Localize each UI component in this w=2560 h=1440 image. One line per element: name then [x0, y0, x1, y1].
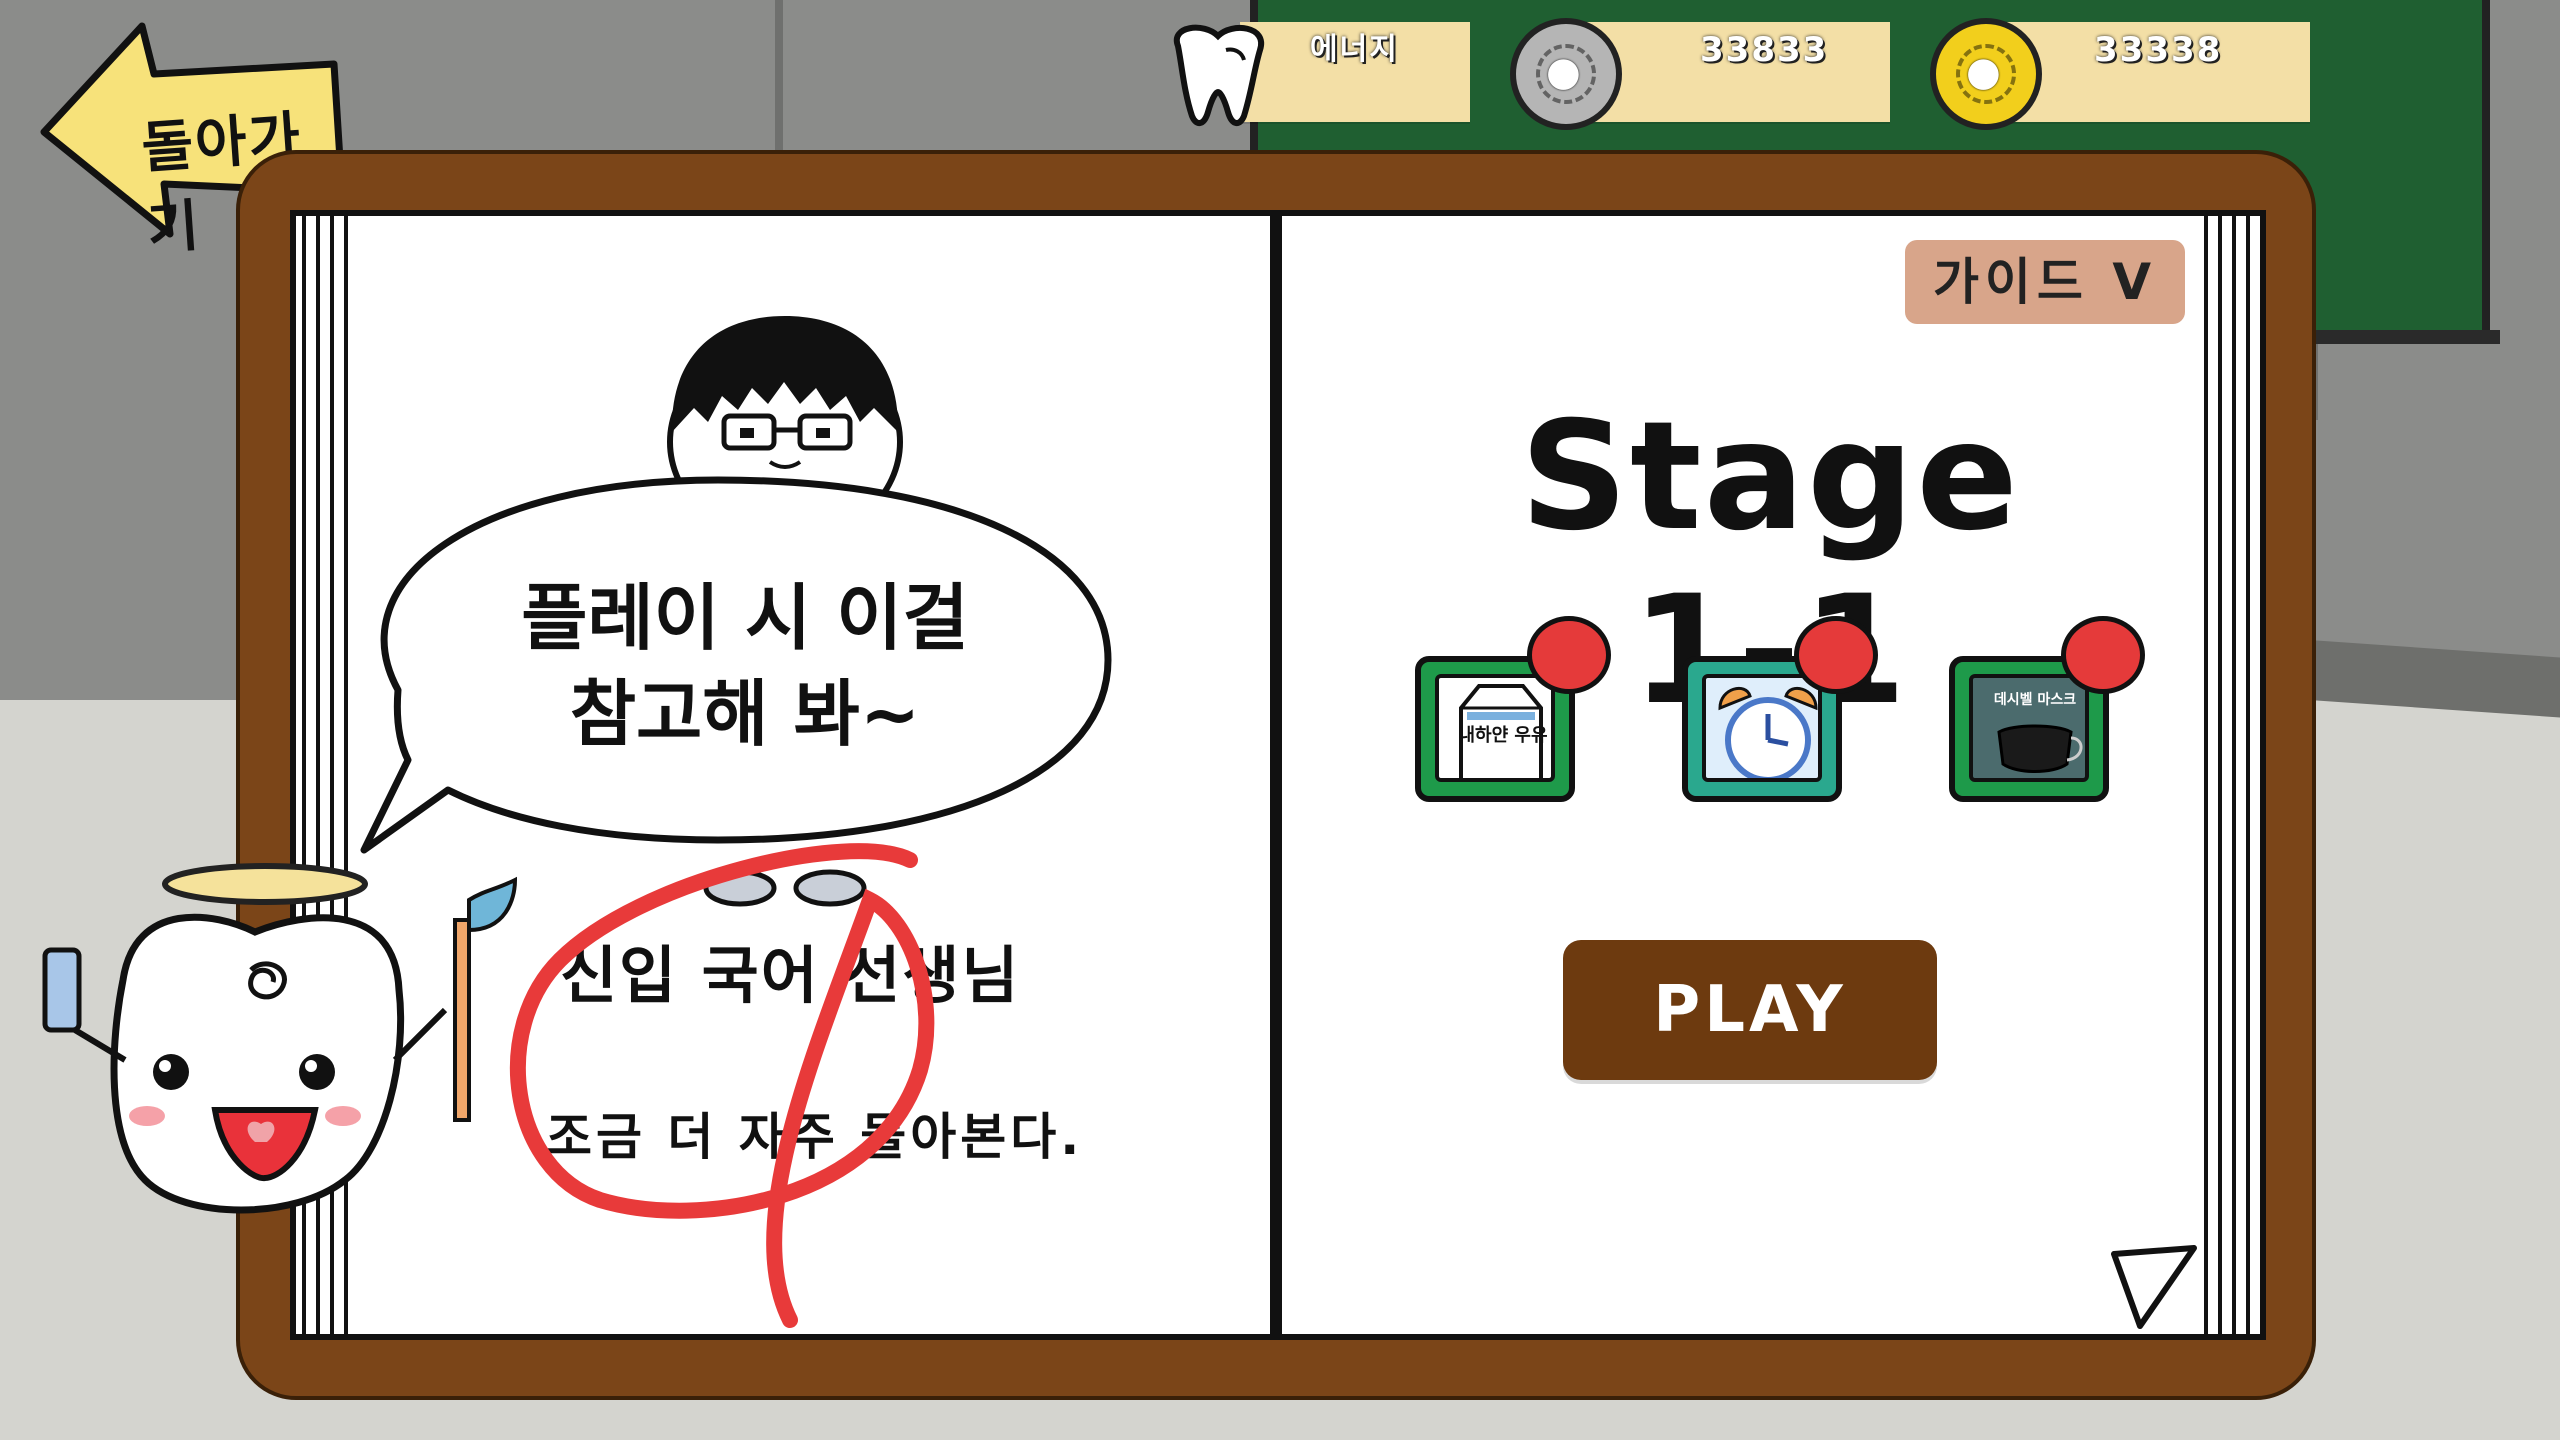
page-edges-right [2198, 212, 2258, 1336]
alarm-clock-icon [1718, 686, 1818, 778]
guide-label: 가이드 V [1932, 253, 2158, 311]
gold-coin-value: 33338 [2094, 30, 2223, 70]
milk-label: 내하얀 우유 [1458, 725, 1548, 746]
speech-text: 플레이 시 이걸 참고해 봐~ [430, 570, 1060, 762]
silver-coin-icon: ● [1510, 18, 1622, 130]
wall-seam [775, 0, 783, 150]
tooth-mascot [42, 863, 518, 1214]
guide-dropdown[interactable]: 가이드 V [1905, 240, 2185, 324]
tooth-icon [1173, 24, 1265, 126]
mission-clock-badge [1794, 616, 1878, 694]
play-label: PLAY [1653, 973, 1847, 1047]
speech-line-1: 플레이 시 이걸 [521, 576, 969, 660]
mission-milk-badge [1527, 616, 1611, 694]
play-button[interactable]: PLAY [1563, 940, 1937, 1080]
book-spine [1270, 210, 1280, 1340]
mission-mask-badge [2061, 616, 2145, 694]
face-mask-icon [1997, 724, 2083, 773]
page-corner-fold [2111, 1245, 2197, 1329]
energy-label: 에너지 [1310, 32, 1399, 67]
silver-coin-value: 33833 [1700, 30, 1829, 70]
gold-coin-icon: ● [1930, 18, 2042, 130]
speech-line-2: 참고해 봐~ [569, 672, 921, 756]
